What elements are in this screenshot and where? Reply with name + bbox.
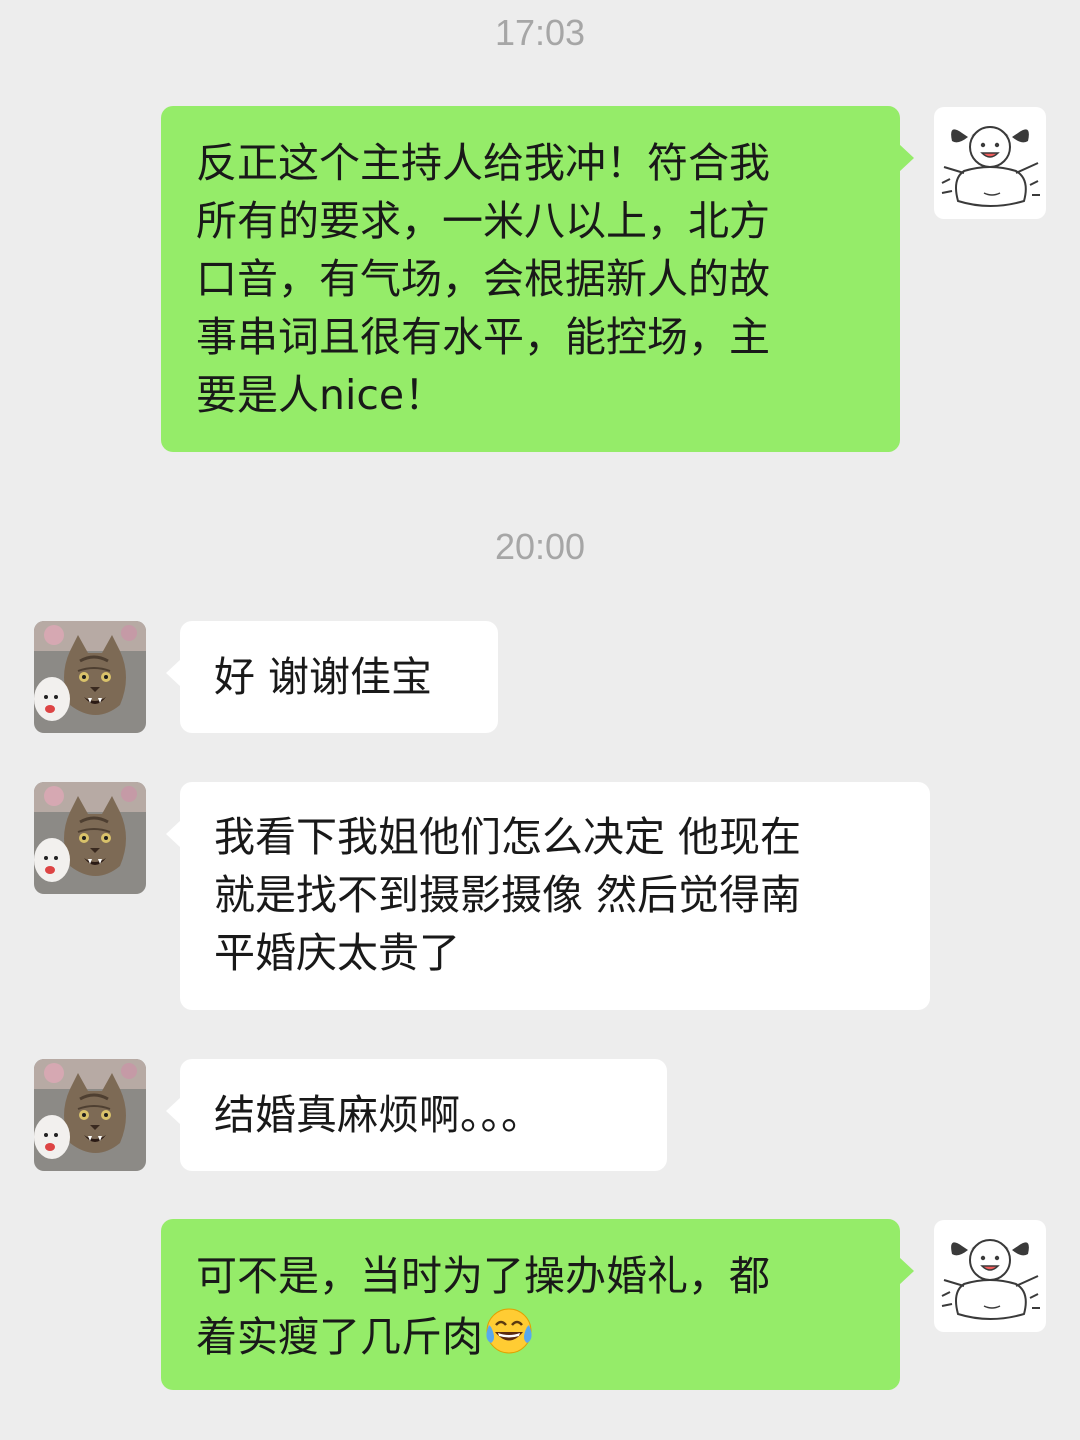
message-text-line: 着实瘦了几斤肉	[196, 1305, 870, 1366]
message-text-line: 结婚真麻烦啊。。。	[214, 1091, 542, 1139]
timestamp: 17:03	[494, 12, 586, 53]
tears-of-joy-emoji-icon	[483, 1305, 535, 1357]
cat-photo-avatar-icon[interactable]	[34, 1059, 146, 1171]
message-text-line: 我看下我姐他们怎么决定 他现在	[214, 813, 802, 861]
message-text-line: 所有的要求，一米八以上，北方	[196, 197, 770, 245]
message-text-fragment: 着实瘦了几斤肉	[196, 1313, 483, 1361]
girl-doodle-avatar-icon[interactable]	[934, 107, 1046, 219]
message-text-line: 反正这个主持人给我冲！符合我	[196, 139, 770, 187]
message-text-line: 口音，有气场，会根据新人的故	[196, 255, 770, 303]
message-text-line: 好 谢谢佳宝	[214, 653, 433, 701]
incoming-message-bubble[interactable]: 我看下我姐他们怎么决定 他现在 就是找不到摄影摄像 然后觉得南 平婚庆太贵了	[166, 782, 930, 1010]
message-text-line: 事串词且很有水平，能控场，主	[196, 313, 770, 361]
timestamp: 20:00	[494, 526, 586, 567]
incoming-message-bubble[interactable]: 好 谢谢佳宝	[166, 621, 498, 733]
cat-photo-avatar-icon[interactable]	[34, 782, 146, 894]
outgoing-message-bubble[interactable]: 反正这个主持人给我冲！符合我 所有的要求，一米八以上，北方 口音，有气场，会根据…	[161, 106, 914, 452]
message-text-line: 就是找不到摄影摄像 然后觉得南	[214, 871, 802, 919]
incoming-message-bubble[interactable]: 结婚真麻烦啊。。。	[166, 1059, 667, 1171]
message-text-line: 平婚庆太贵了	[214, 929, 460, 977]
girl-doodle-avatar-icon[interactable]	[934, 1220, 1046, 1332]
message-text-line: 要是人nice！	[196, 371, 446, 419]
message-text-line: 可不是，当时为了操办婚礼，都	[196, 1252, 770, 1300]
cat-photo-avatar-icon[interactable]	[34, 621, 146, 733]
outgoing-message-bubble[interactable]: 可不是，当时为了操办婚礼，都 着实瘦了几斤肉	[161, 1219, 914, 1390]
